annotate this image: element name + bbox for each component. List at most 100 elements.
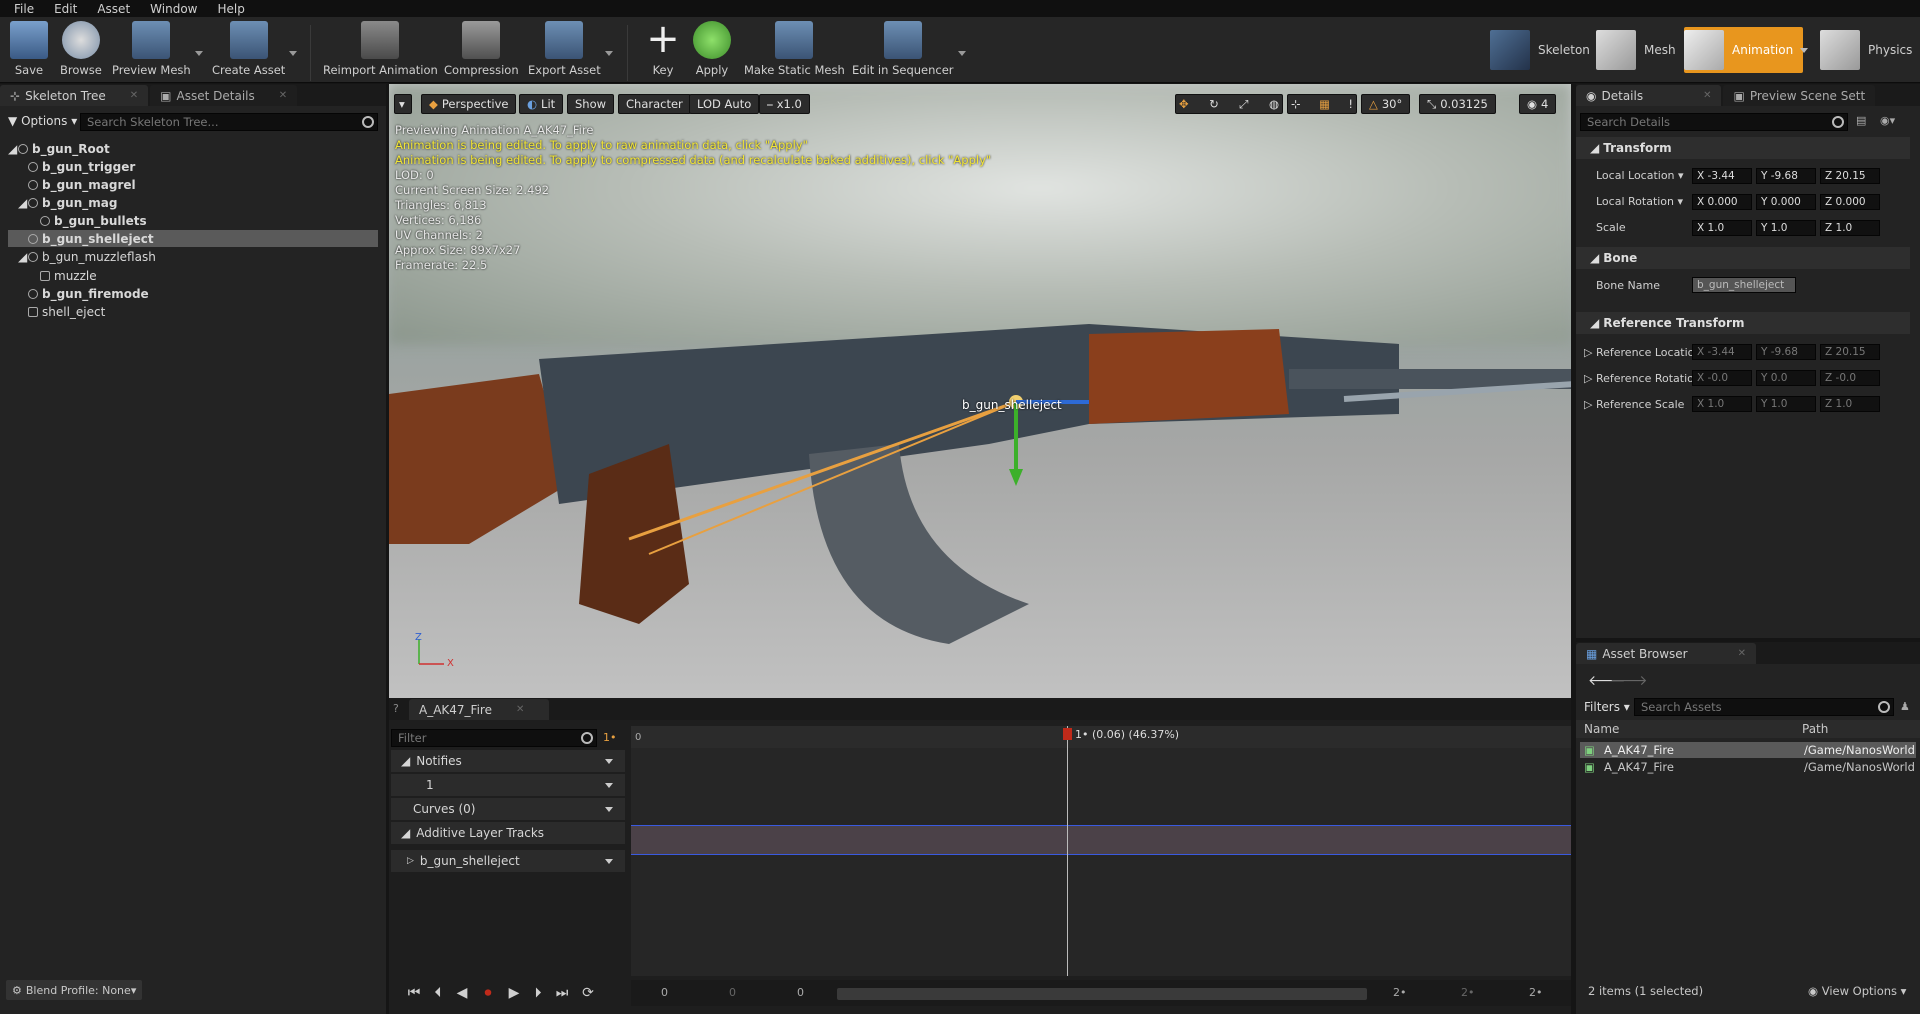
mode-animation[interactable]: Animation (1684, 27, 1804, 73)
key-button[interactable]: + Key (644, 19, 682, 77)
close-icon[interactable]: ✕ (279, 90, 287, 101)
local-location-label[interactable]: Local Location ▾ (1596, 169, 1684, 182)
asset-row[interactable]: ▣ A_AK47_Fire /Game/NanosWorld (1580, 759, 1916, 775)
mode-skeleton[interactable]: Skeleton (1490, 27, 1590, 73)
view-end[interactable]: 2• (1529, 986, 1543, 999)
menu-file[interactable]: File (4, 2, 44, 16)
compression-button[interactable]: Compression (444, 21, 519, 77)
tab-animation[interactable]: A_AK47_Fire ✕ (409, 699, 549, 720)
skeleton-search-input[interactable]: Search Skeleton Tree... (80, 113, 378, 131)
bone-track[interactable]: ▷ b_gun_shelleject (391, 850, 625, 872)
gizmo-arrow[interactable] (1009, 469, 1023, 486)
surface-snap-icon[interactable]: ⊹ (1291, 97, 1301, 111)
step-back-icon[interactable]: ⏴ (429, 984, 447, 1002)
mode-mesh[interactable]: Mesh (1596, 27, 1676, 73)
loc-y-field[interactable]: Y -9.68 (1756, 168, 1816, 184)
skip-end-icon[interactable]: ⏭ (553, 984, 571, 1002)
rot-y-field[interactable]: Y 0.000 (1756, 194, 1816, 210)
view-options-button[interactable]: ◉ View Options ▾ (1808, 984, 1906, 998)
chevron-down-icon[interactable] (605, 783, 613, 788)
viewport[interactable]: b_gun_shelleject Z X ▾ ◆ Perspective ◐ Lit… (389, 84, 1571, 698)
play-start[interactable]: 0 (797, 986, 804, 999)
play-icon[interactable]: ▶ (505, 984, 523, 1002)
notifies-track[interactable]: ◢ Notifies (391, 750, 625, 772)
additive-layer-track[interactable]: ◢ Additive Layer Tracks (391, 822, 625, 844)
scale-z-field[interactable]: Z 1.0 (1820, 220, 1880, 236)
menu-edit[interactable]: Edit (44, 2, 87, 16)
tab-skeleton-tree[interactable]: ⊹ Skeleton Tree ✕ (0, 85, 149, 106)
warning-icon[interactable]: ! (1348, 97, 1353, 111)
ref-location-label[interactable]: ▷ Reference Locatior (1584, 346, 1699, 359)
loc-z-field[interactable]: Z 20.15 (1820, 168, 1880, 184)
blend-profile-dropdown[interactable]: ⚙ Blend Profile: None ▾ (6, 980, 143, 1000)
filters-dropdown[interactable]: Filters ▾ (1584, 700, 1630, 714)
notify-track-1[interactable]: 1 (391, 774, 625, 796)
chevron-down-icon[interactable] (605, 807, 613, 812)
user-icon[interactable]: ♟ (1900, 700, 1910, 713)
bone-row-selected[interactable]: b_gun_shelleject (8, 230, 378, 247)
bone-row[interactable]: b_gun_bullets (8, 212, 378, 229)
playhead[interactable]: 1• (0.06) (46.37%) (1063, 726, 1179, 976)
scale-icon[interactable]: ⤢ (1239, 97, 1248, 112)
track-filter-input[interactable]: Filter (391, 729, 597, 747)
options-dropdown[interactable]: ▼ Options ▾ (8, 114, 77, 128)
curves-track[interactable]: Curves (0) (391, 798, 625, 820)
additive-track-lane[interactable] (631, 825, 1571, 855)
work-end[interactable]: 2• (1461, 986, 1475, 999)
bone-row[interactable]: ◢ b_gun_Root (8, 140, 378, 157)
skip-start-icon[interactable]: ⏮ (405, 984, 423, 1002)
scale-x-field[interactable]: X 1.0 (1692, 220, 1752, 236)
create-asset-button[interactable]: Create Asset (212, 21, 298, 77)
menu-window[interactable]: Window (140, 2, 207, 16)
preview-mesh-button[interactable]: Preview Mesh (112, 21, 203, 77)
menu-help[interactable]: Help (207, 2, 254, 16)
reimport-animation-button[interactable]: Reimport Animation (323, 21, 438, 77)
local-rotation-label[interactable]: Local Rotation ▾ (1596, 195, 1683, 208)
forward-arrow-icon[interactable]: 🡒 (1610, 672, 1648, 689)
animation-mode-dropdown-icon[interactable] (1800, 48, 1808, 53)
make-static-mesh-button[interactable]: Make Static Mesh (744, 21, 845, 77)
chevron-down-icon[interactable] (605, 859, 613, 864)
play-reverse-icon[interactable]: ◀ (453, 984, 471, 1002)
chevron-down-icon[interactable] (605, 759, 613, 764)
export-dropdown-icon[interactable] (604, 51, 613, 56)
asset-row-selected[interactable]: ▣ A_AK47_Fire /Game/NanosWorld (1580, 742, 1916, 758)
grid-snap-icon[interactable]: ▦ (1319, 97, 1330, 111)
transform-category[interactable]: ◢ Transform (1576, 137, 1910, 159)
reference-transform-category[interactable]: ◢ Reference Transform (1576, 312, 1910, 334)
browse-button[interactable]: Browse (60, 21, 102, 77)
apply-button[interactable]: Apply (693, 21, 731, 77)
col-path[interactable]: Path (1802, 722, 1828, 736)
perspective-button[interactable]: ◆ Perspective (421, 94, 517, 114)
bone-category[interactable]: ◢ Bone (1576, 247, 1910, 269)
play-end[interactable]: 2• (1393, 986, 1407, 999)
lit-button[interactable]: ◐ Lit (519, 94, 564, 114)
rot-z-field[interactable]: Z 0.000 (1820, 194, 1880, 210)
camera-speed-button[interactable]: ◉ 4 (1519, 94, 1557, 114)
world-local-icon[interactable]: ◍ (1269, 97, 1279, 111)
bone-row[interactable]: b_gun_firemode (8, 285, 378, 302)
rot-x-field[interactable]: X 0.000 (1692, 194, 1752, 210)
save-button[interactable]: Save (10, 21, 48, 77)
socket-row[interactable]: muzzle (8, 267, 378, 284)
tab-preview-scene[interactable]: ▣ Preview Scene Sett (1723, 85, 1876, 106)
character-button[interactable]: Character (618, 94, 691, 114)
tab-details[interactable]: ◉ Details ✕ (1576, 85, 1722, 106)
loop-icon[interactable]: ⟳ (579, 984, 597, 1002)
playhead-handle[interactable] (1063, 728, 1072, 740)
create-asset-dropdown-icon[interactable] (289, 51, 298, 56)
lod-button[interactable]: LOD Auto (689, 94, 760, 114)
show-button[interactable]: Show (567, 94, 615, 114)
track-area[interactable]: 0 1• (0.06) (46.37%) (631, 726, 1571, 976)
viewport-options-button[interactable]: ▾ (394, 94, 412, 114)
bone-row[interactable]: ◢ b_gun_muzzleflash (8, 248, 378, 265)
help-icon[interactable]: ? (393, 702, 399, 715)
close-icon[interactable]: ✕ (516, 704, 524, 715)
work-start[interactable]: 0 (729, 986, 736, 999)
scale-snap-button[interactable]: ⤡ 0.03125 (1419, 94, 1496, 114)
horizontal-scrollbar[interactable] (837, 988, 1367, 1000)
export-asset-button[interactable]: Export Asset (528, 21, 613, 77)
rotate-icon[interactable]: ↻ (1209, 97, 1219, 111)
bone-row[interactable]: b_gun_magrel (8, 176, 378, 193)
record-icon[interactable]: ⏺ (479, 984, 497, 1002)
